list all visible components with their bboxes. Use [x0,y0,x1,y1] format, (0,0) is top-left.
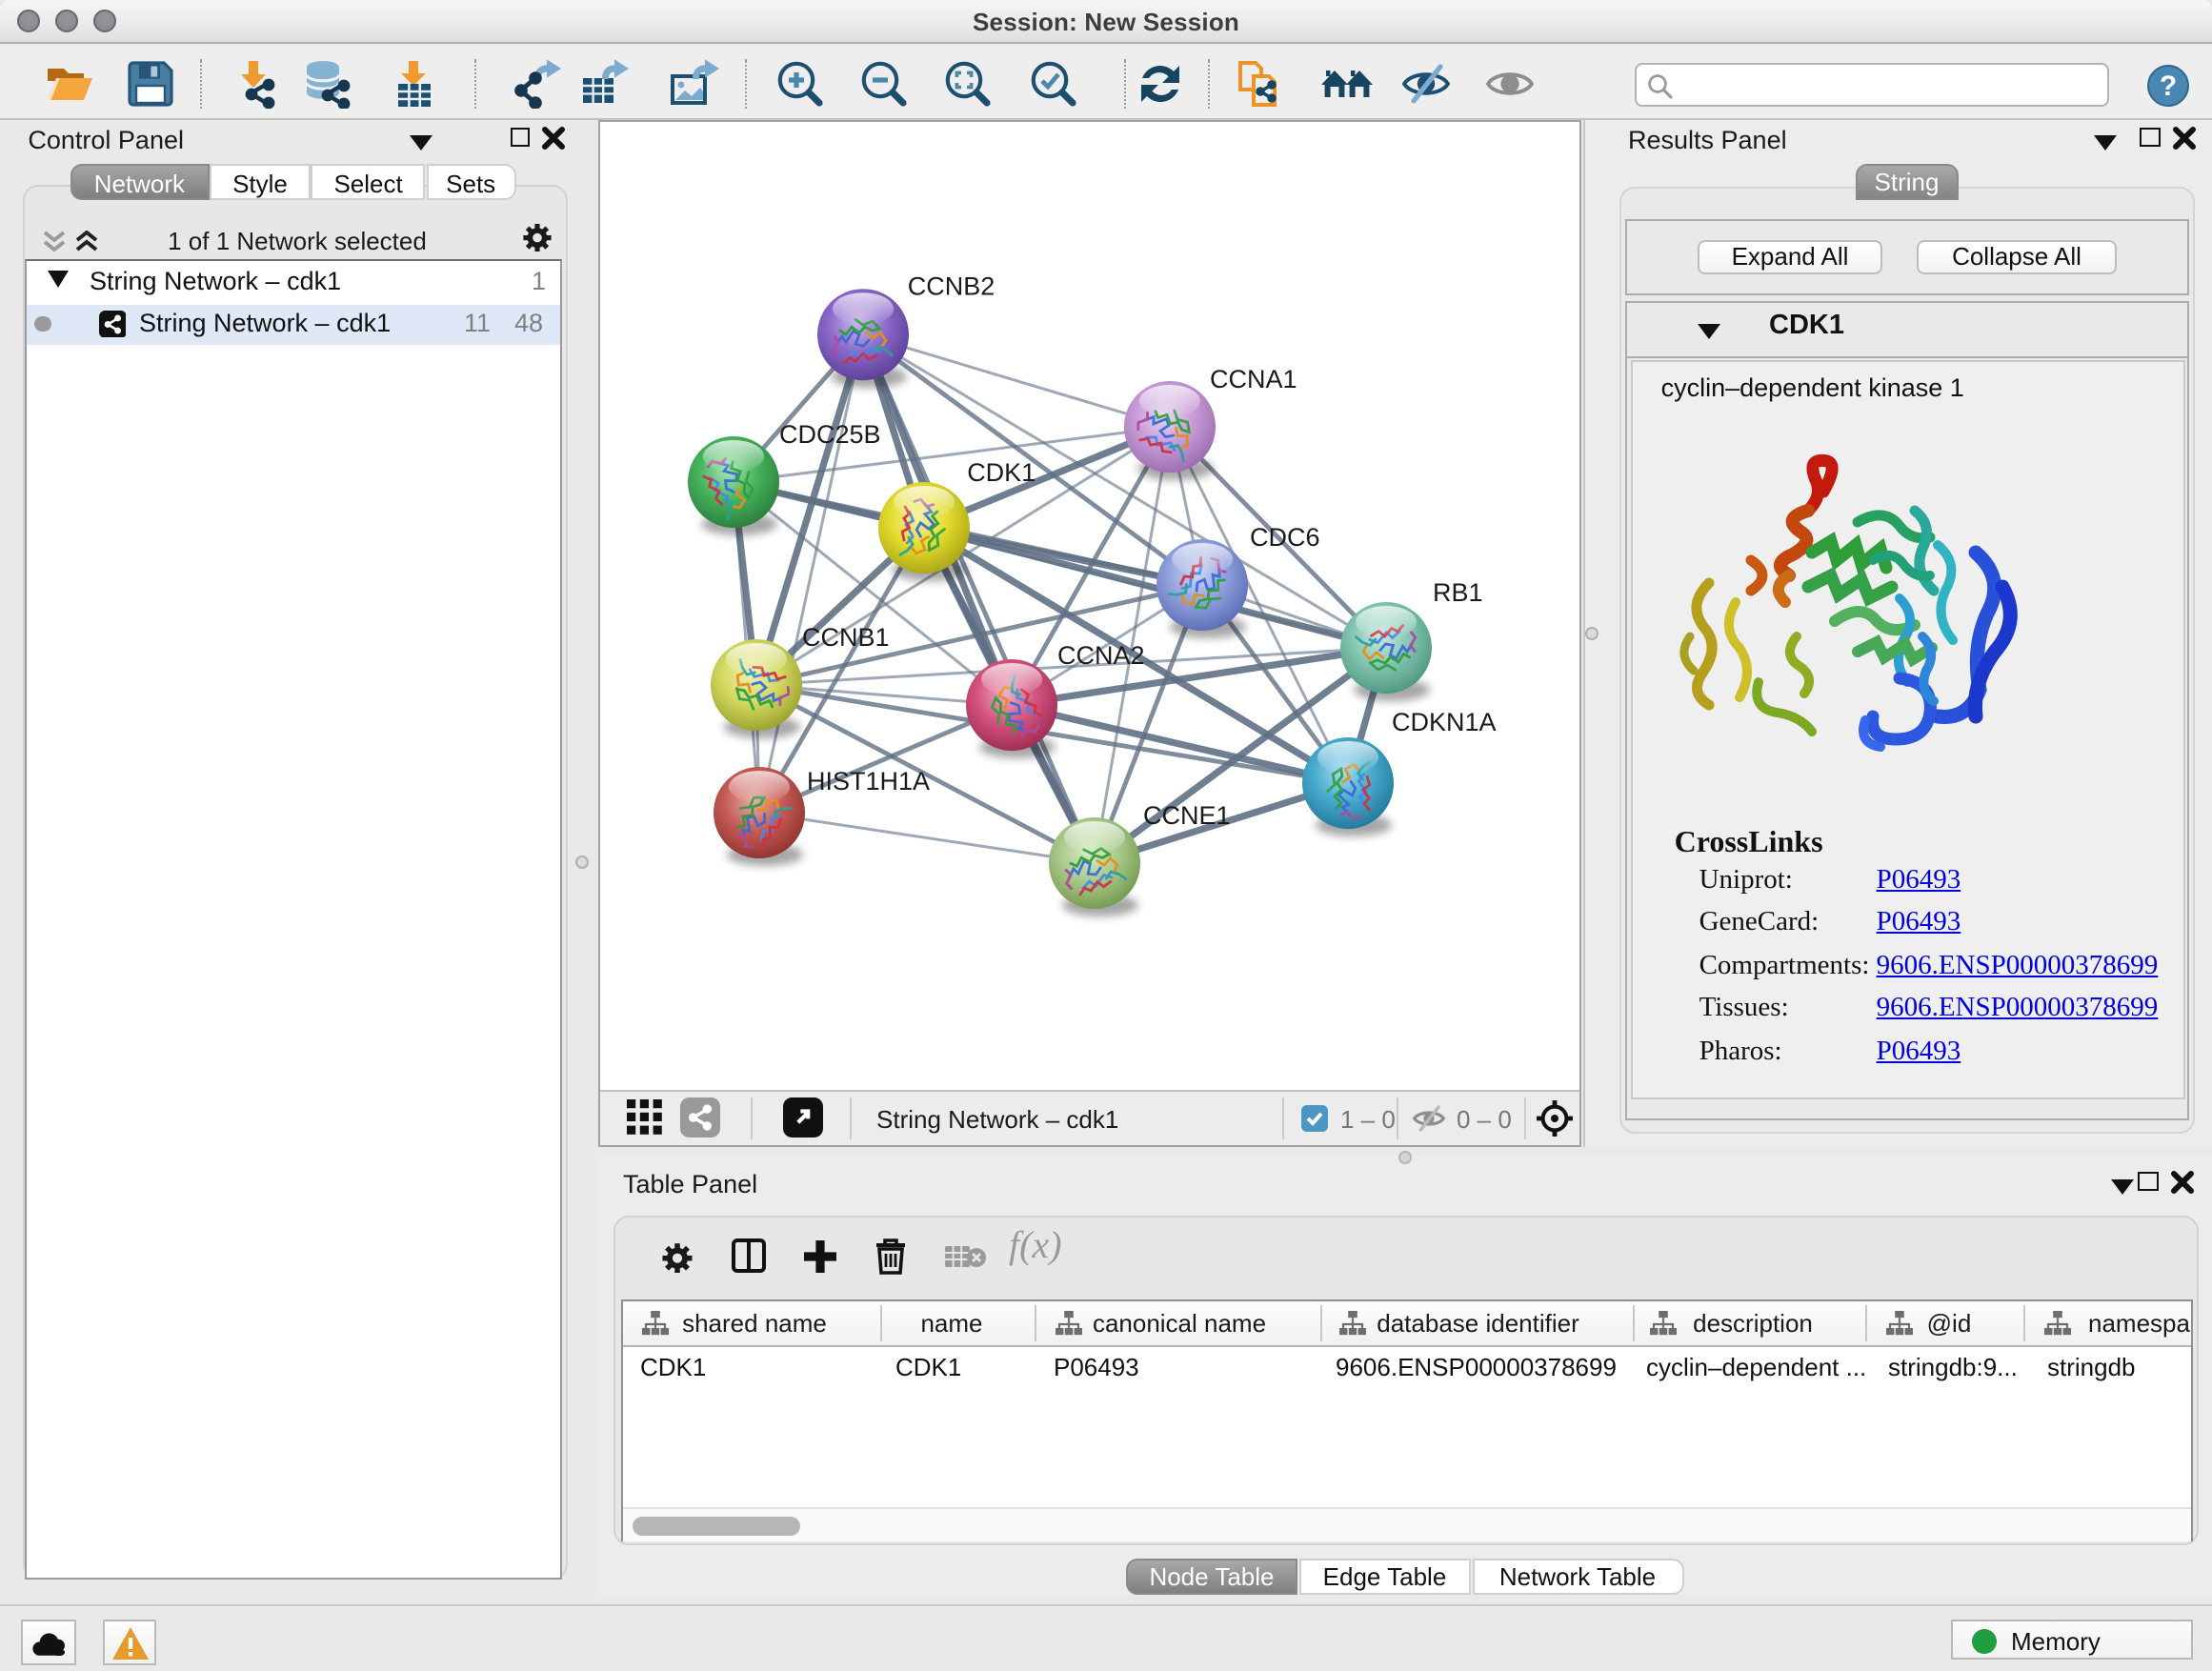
svg-text:CCNB2: CCNB2 [907,272,995,300]
svg-text:CCNE1: CCNE1 [1142,801,1230,830]
svg-text:CDKN1A: CDKN1A [1391,708,1496,736]
svg-text:CCNA1: CCNA1 [1209,365,1297,393]
svg-text:CDC6: CDC6 [1249,523,1319,552]
svg-text:HIST1H1A: HIST1H1A [806,767,929,795]
svg-text:CCNA2: CCNA2 [1056,641,1144,670]
svg-text:?: ? [2160,70,2177,101]
svg-text:RB1: RB1 [1432,578,1482,607]
svg-text:CCNB1: CCNB1 [801,623,889,652]
svg-text:CDK1: CDK1 [966,458,1035,487]
svg-text:CDC25B: CDC25B [778,420,880,449]
